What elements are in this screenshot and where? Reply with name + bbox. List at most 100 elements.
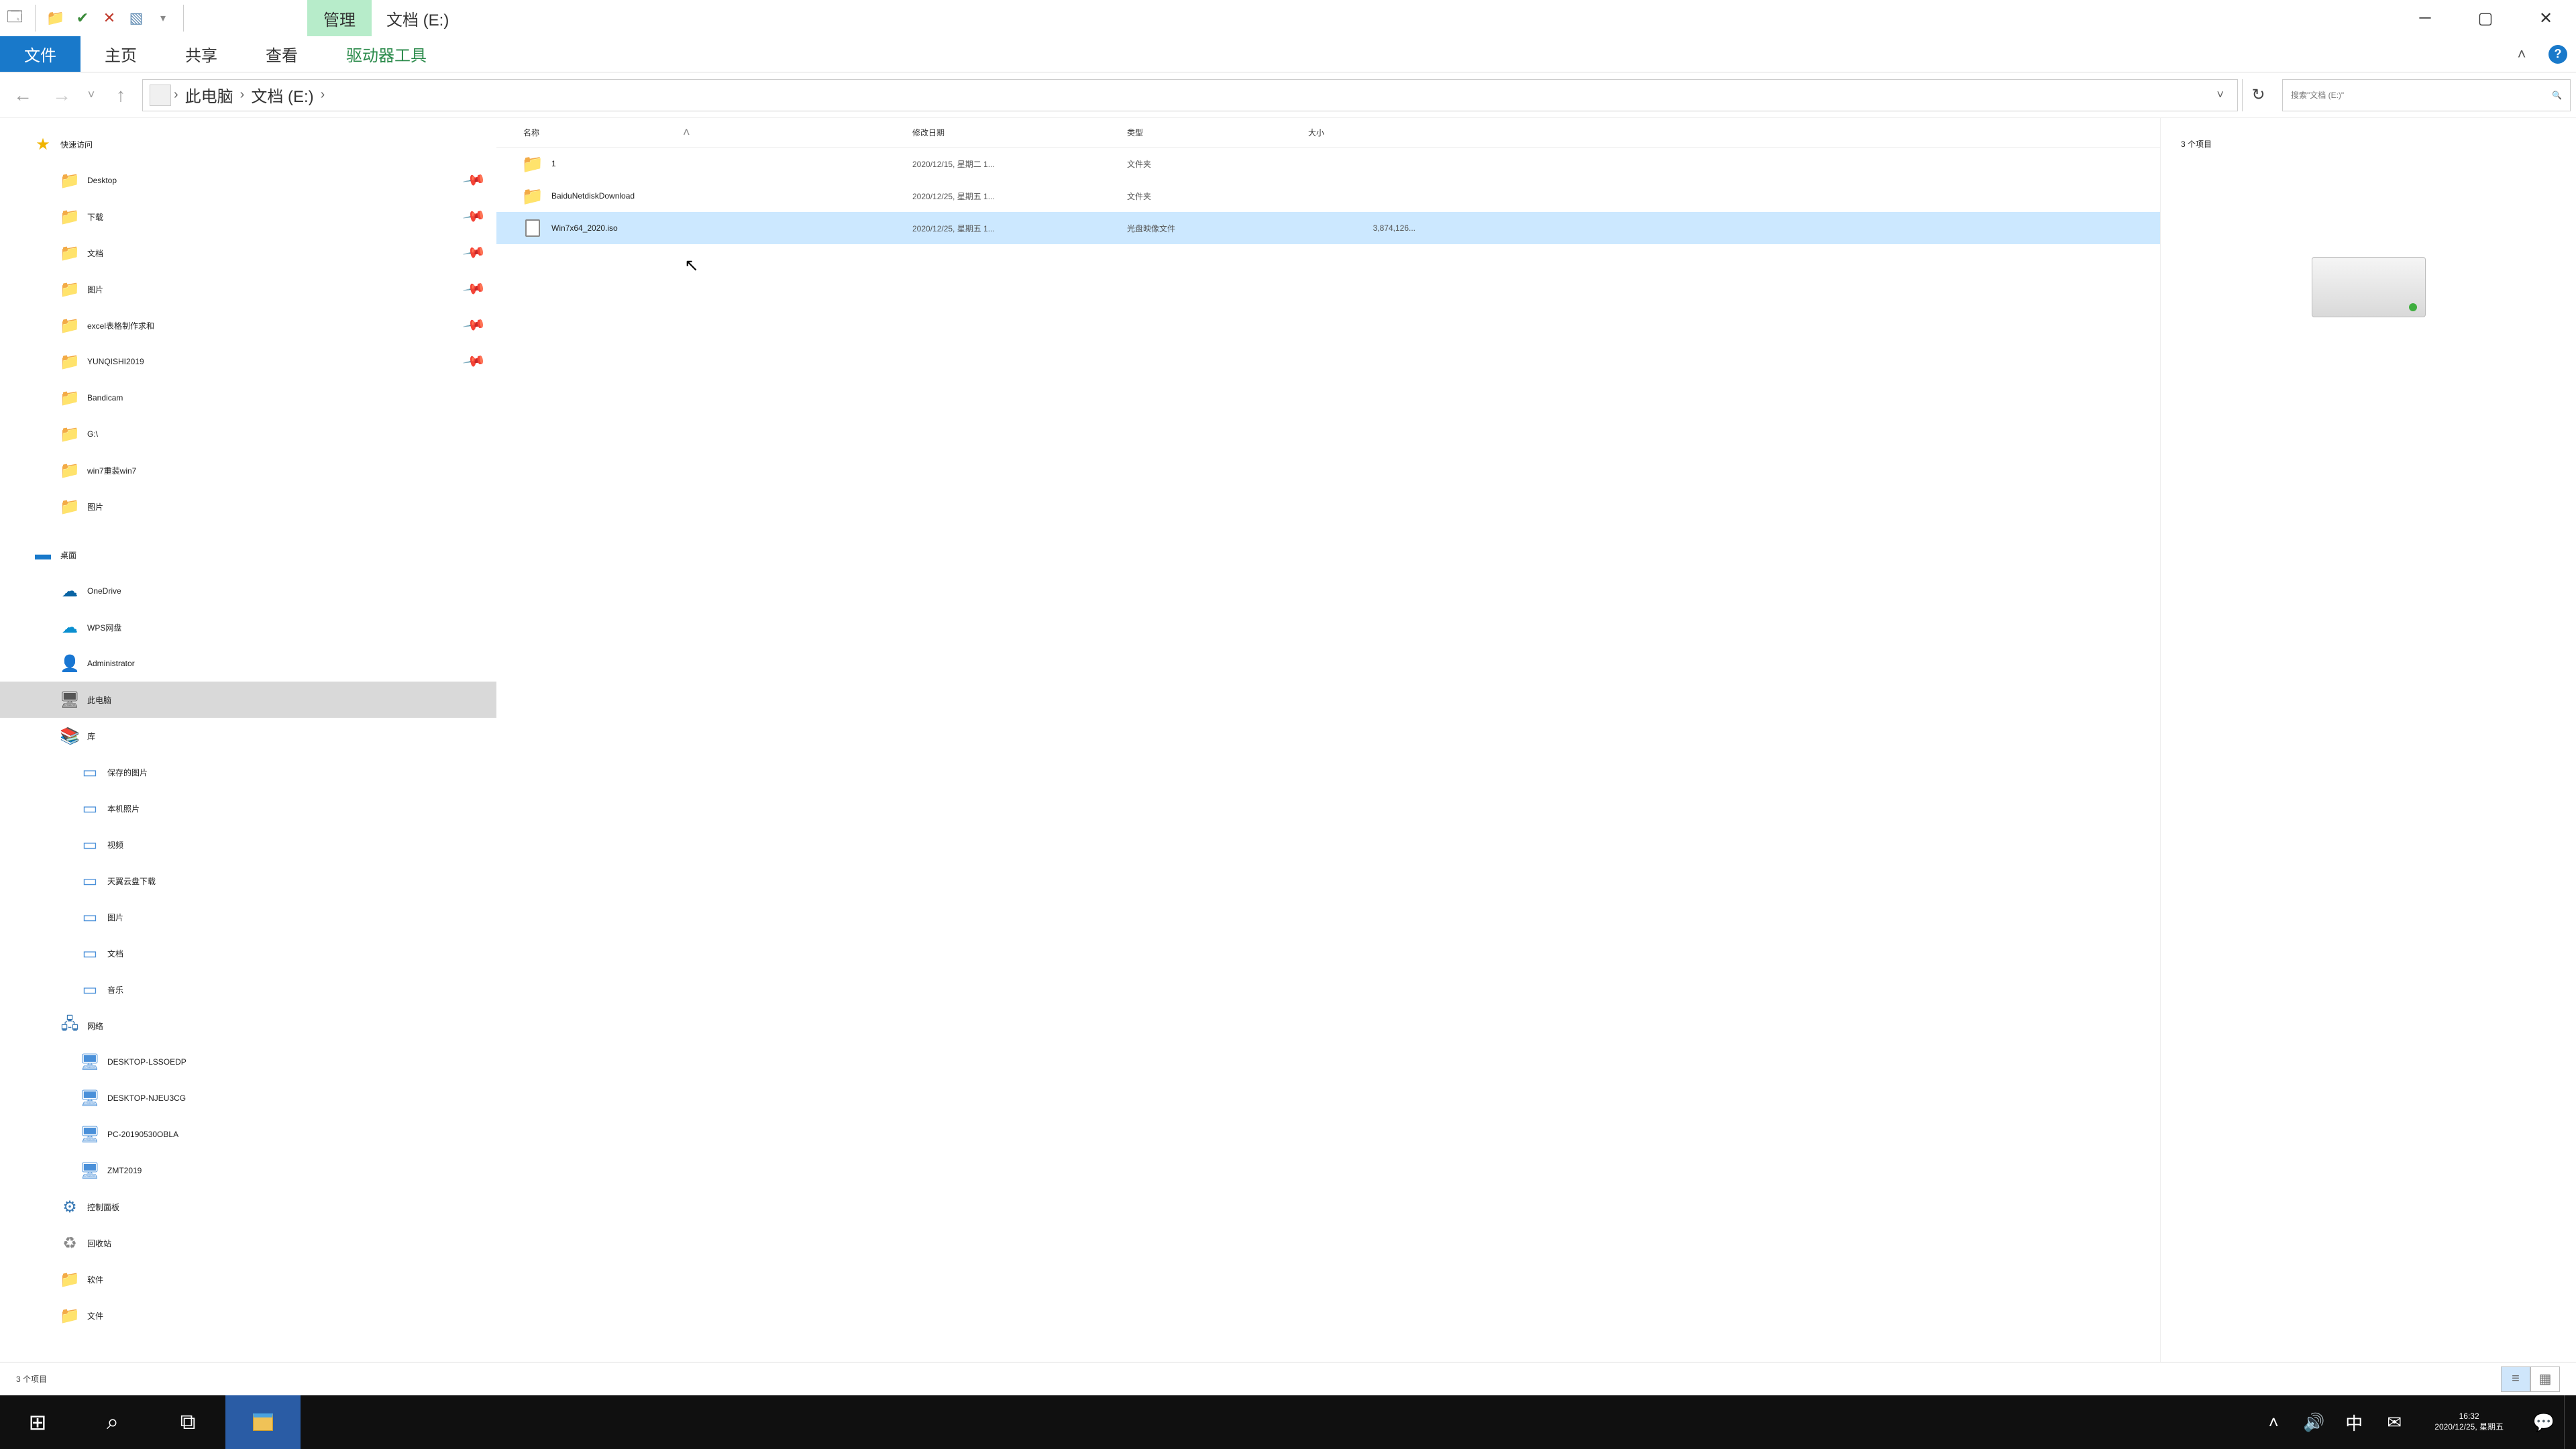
tab-drive-tools[interactable]: 驱动器工具: [322, 36, 451, 72]
nav-label: DESKTOP-LSSOEDP: [107, 1057, 186, 1067]
navigation-pane[interactable]: ★ 快速访问 📁Desktop📌📁下载📌📁文档📌📁图片📌📁excel表格制作求和…: [0, 118, 496, 1362]
delete-icon[interactable]: ✕: [100, 9, 119, 28]
col-modified[interactable]: 修改日期: [912, 127, 1127, 138]
nav-qa-item[interactable]: 📁YUNQISHI2019📌: [0, 343, 496, 380]
nav-qa-item[interactable]: 📁excel表格制作求和📌: [0, 307, 496, 343]
pictures-icon: ▭: [80, 908, 99, 926]
nav-recycle[interactable]: ♻ 回收站: [0, 1225, 496, 1261]
minimize-button[interactable]: ─: [2395, 0, 2455, 36]
nav-label: 网络: [87, 1020, 103, 1032]
history-dropdown-icon[interactable]: ˅: [83, 88, 99, 102]
nav-software[interactable]: 📁 软件: [0, 1261, 496, 1297]
ime-indicator[interactable]: 中: [2334, 1395, 2374, 1449]
nav-desktop-group[interactable]: ▬ 桌面: [0, 537, 496, 573]
nav-qa-item[interactable]: 📁Desktop📌: [0, 162, 496, 199]
nav-lib-item[interactable]: ▭文档: [0, 935, 496, 971]
nav-qa-item[interactable]: 📁文档📌: [0, 235, 496, 271]
help-button[interactable]: ?: [2540, 36, 2576, 72]
search-icon[interactable]: 🔍: [2552, 91, 2562, 100]
show-desktop-button[interactable]: [2564, 1395, 2576, 1449]
nav-lib-item[interactable]: ▭本机照片: [0, 790, 496, 826]
tray-overflow-icon[interactable]: ˄: [2253, 1395, 2294, 1449]
nav-qa-item[interactable]: 📁Bandicam: [0, 380, 496, 416]
wps-icon: ☁: [60, 618, 79, 637]
folder-icon[interactable]: 📁: [46, 9, 65, 28]
file-row[interactable]: 📁BaiduNetdiskDownload2020/12/25, 星期五 1..…: [496, 180, 2160, 212]
folder-icon: 📁: [60, 316, 79, 335]
nav-docs[interactable]: 📁 文件: [0, 1297, 496, 1334]
ribbon-collapse-icon[interactable]: ˄: [2504, 36, 2540, 72]
nav-quick-access[interactable]: ★ 快速访问: [0, 126, 496, 162]
breadcrumb-current[interactable]: 文档 (E:): [247, 83, 317, 107]
desktop-icon: ▬: [34, 545, 52, 564]
file-date: 2020/12/25, 星期五 1...: [912, 223, 1127, 234]
properties-icon[interactable]: ▧: [127, 9, 146, 28]
search-button[interactable]: ⌕: [75, 1395, 150, 1449]
checkmark-icon[interactable]: ✔: [73, 9, 92, 28]
taskview-button[interactable]: ⧉: [150, 1395, 225, 1449]
nav-qa-item[interactable]: 📁图片📌: [0, 271, 496, 307]
file-row[interactable]: Win7x64_2020.iso2020/12/25, 星期五 1...光盘映像…: [496, 212, 2160, 244]
refresh-button[interactable]: ↻: [2242, 79, 2274, 111]
nav-lib-item[interactable]: ▭音乐: [0, 971, 496, 1008]
file-explorer-taskbar[interactable]: [225, 1395, 301, 1449]
icons-view-button[interactable]: ▦: [2530, 1366, 2560, 1392]
mail-icon[interactable]: ✉: [2374, 1395, 2414, 1449]
file-list[interactable]: 名称˄ 修改日期 类型 大小 📁12020/12/15, 星期二 1...文件夹…: [496, 118, 2160, 1362]
camera-icon: ▭: [80, 799, 99, 818]
file-date: 2020/12/25, 星期五 1...: [912, 191, 1127, 202]
tab-view[interactable]: 查看: [241, 36, 322, 72]
nav-lib-item[interactable]: ▭图片: [0, 899, 496, 935]
nav-label: 桌面: [60, 549, 76, 561]
nav-qa-item[interactable]: 📁G:\: [0, 416, 496, 452]
col-size[interactable]: 大小: [1308, 127, 1429, 138]
breadcrumb-dropdown-icon[interactable]: ˅: [2210, 88, 2231, 102]
search-input[interactable]: 搜索"文档 (E:)" 🔍: [2282, 79, 2571, 111]
pc-net-icon: 🖥: [80, 1053, 99, 1071]
tab-home[interactable]: 主页: [80, 36, 161, 72]
nav-network[interactable]: 🖧 网络: [0, 1008, 496, 1044]
chevron-right-icon[interactable]: ›: [240, 87, 245, 103]
maximize-button[interactable]: ▢: [2455, 0, 2516, 36]
nav-lib-item[interactable]: ▭视频: [0, 826, 496, 863]
nav-label: DESKTOP-NJEU3CG: [107, 1093, 186, 1103]
context-tab-manage[interactable]: 管理: [307, 0, 372, 36]
nav-label: 视频: [107, 839, 123, 851]
file-row[interactable]: 📁12020/12/15, 星期二 1...文件夹: [496, 148, 2160, 180]
volume-icon[interactable]: 🔊: [2294, 1395, 2334, 1449]
forward-button[interactable]: →: [44, 78, 79, 113]
chevron-right-icon[interactable]: ›: [174, 87, 178, 103]
nav-control-panel[interactable]: ⚙ 控制面板: [0, 1189, 496, 1225]
col-type[interactable]: 类型: [1127, 127, 1308, 138]
nav-net-item[interactable]: 🖥 DESKTOP-LSSOEDP: [0, 1044, 496, 1080]
qat-dropdown-icon[interactable]: ▾: [154, 9, 172, 28]
close-button[interactable]: ✕: [2516, 0, 2576, 36]
nav-item[interactable]: ☁WPS网盘: [0, 609, 496, 645]
start-button[interactable]: ⊞: [0, 1395, 75, 1449]
nav-net-item[interactable]: 🖥PC-20190530OBLA: [0, 1116, 496, 1152]
chevron-right-icon[interactable]: ›: [321, 87, 325, 103]
col-name[interactable]: 名称˄: [523, 125, 912, 140]
up-button[interactable]: ↑: [103, 78, 138, 113]
nav-net-item[interactable]: 🖥ZMT2019: [0, 1152, 496, 1189]
nav-qa-item[interactable]: 📁win7重装win7: [0, 452, 496, 488]
breadcrumb[interactable]: › 此电脑 › 文档 (E:) › ˅: [142, 79, 2238, 111]
nav-item[interactable]: 📚库: [0, 718, 496, 754]
nav-item[interactable]: ☁OneDrive: [0, 573, 496, 609]
nav-lib-item[interactable]: ▭天翼云盘下载: [0, 863, 496, 899]
nav-lib-item[interactable]: ▭保存的图片: [0, 754, 496, 790]
nav-qa-item[interactable]: 📁下载📌: [0, 199, 496, 235]
breadcrumb-root[interactable]: 此电脑: [181, 83, 237, 107]
titlebar: 🗔 📁 ✔ ✕ ▧ ▾ 管理 文档 (E:) ─ ▢ ✕: [0, 0, 2576, 36]
nav-net-item[interactable]: 🖥DESKTOP-NJEU3CG: [0, 1080, 496, 1116]
tab-file[interactable]: 文件: [0, 36, 80, 72]
pin-icon: 📌: [462, 168, 486, 193]
nav-item[interactable]: 👤Administrator: [0, 645, 496, 682]
details-view-button[interactable]: ≡: [2501, 1366, 2530, 1392]
nav-item[interactable]: 🖥此电脑: [0, 682, 496, 718]
clock[interactable]: 16:32 2020/12/25, 星期五: [2414, 1411, 2524, 1432]
back-button[interactable]: ←: [5, 78, 40, 113]
nav-qa-item[interactable]: 📁图片: [0, 488, 496, 525]
tab-share[interactable]: 共享: [161, 36, 241, 72]
action-center-icon[interactable]: 💬: [2524, 1395, 2564, 1449]
